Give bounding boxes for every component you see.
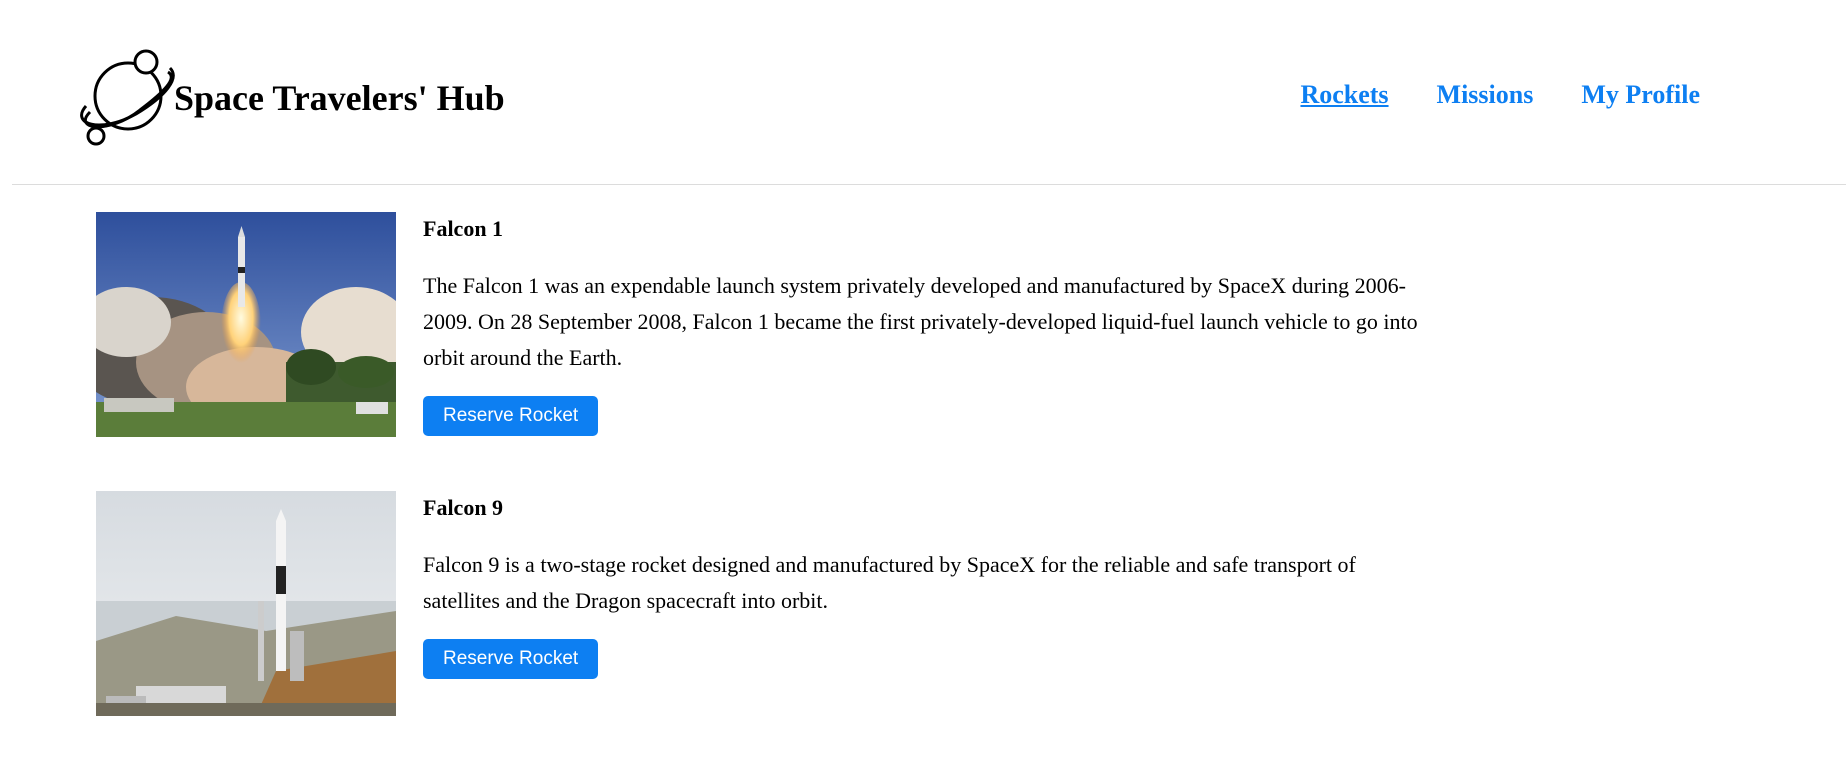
main-nav: Rockets Missions My Profile (1300, 80, 1700, 110)
nav-link-my-profile[interactable]: My Profile (1581, 80, 1700, 110)
rocket-launch-photo (96, 212, 396, 437)
brand-logo[interactable]: Space Travelers' Hub (80, 48, 505, 148)
site-header: Space Travelers' Hub Rockets Missions My… (0, 0, 1846, 184)
rocket-description: Falcon 9 is a two-stage rocket designed … (423, 552, 1356, 614)
rocket-on-pad-photo (96, 491, 396, 716)
header-divider (12, 184, 1846, 185)
rocket-name: Falcon 1 (423, 216, 504, 241)
site-title: Space Travelers' Hub (174, 78, 505, 118)
reserve-rocket-button[interactable]: Reserve Rocket (423, 396, 599, 437)
rocket-name: Falcon 9 (423, 495, 504, 520)
rocket-info: Falcon 1 The Falcon 1 was an expendable … (423, 212, 1423, 437)
rocket-info: Falcon 9 Falcon 9 is a two-stage rocket … (423, 491, 1423, 680)
planet-logo-icon (80, 49, 175, 146)
reserve-rocket-button[interactable]: Reserve Rocket (423, 639, 599, 680)
rocket-description: The Falcon 1 was an expendable launch sy… (423, 273, 1418, 371)
nav-link-rockets[interactable]: Rockets (1300, 80, 1388, 110)
nav-link-missions[interactable]: Missions (1437, 80, 1534, 110)
